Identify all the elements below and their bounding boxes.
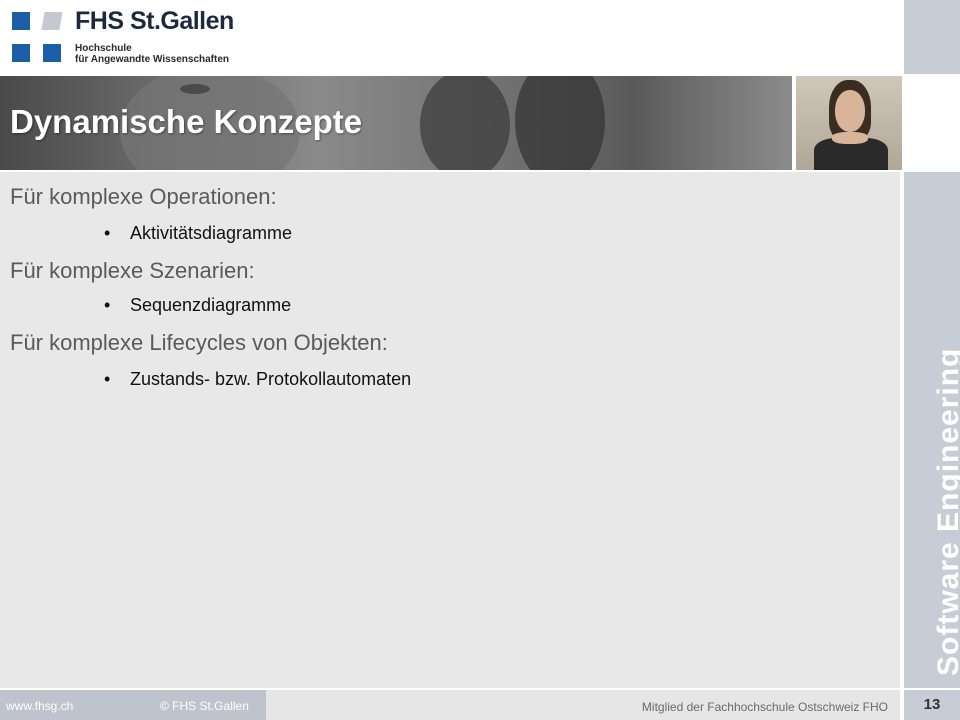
vertical-course-title: Software Engineering (932, 347, 960, 676)
logo-square (41, 12, 63, 30)
bullet-item: • Sequenzdiagramme (104, 295, 291, 316)
slide-footer: www.fhsg.ch © FHS St.Gallen Mitglied der… (0, 690, 900, 720)
banner-photo-face (515, 76, 605, 170)
logo-square (12, 44, 30, 62)
slide-content: Für komplexe Operationen: • Aktivitätsdia… (0, 172, 900, 688)
portrait-photo (796, 76, 902, 170)
bullet-item: • Zustands- bzw. Protokollautomaten (104, 369, 411, 390)
logo-subtitle-line2: für Angewandte Wissenschaften (75, 54, 230, 65)
bullet-text: Aktivitätsdiagramme (130, 223, 293, 243)
footer-website-link[interactable]: www.fhsg.ch (6, 699, 73, 713)
footer-left-block: www.fhsg.ch © FHS St.Gallen (0, 690, 266, 720)
fhs-logo-squares-icon (12, 12, 64, 64)
logo-subtitle-line1: Hochschule (75, 43, 132, 54)
bullet-text: Sequenzdiagramme (130, 295, 292, 315)
section-heading: Für komplexe Operationen: (10, 184, 277, 209)
bullet-item: • Aktivitätsdiagramme (104, 223, 292, 244)
photo-banner: Dynamische Konzepte (0, 76, 792, 170)
footer-copyright: © FHS St.Gallen (160, 699, 249, 713)
logo-subtitle: Hochschule für Angewandte Wissenschaften (75, 43, 229, 65)
right-top-block (904, 0, 960, 74)
bullet-text: Zustands- bzw. Protokollautomaten (130, 369, 412, 389)
logo-title: FHS St.Gallen (75, 7, 234, 35)
section-heading: Für komplexe Lifecycles von Objekten: (10, 330, 388, 355)
footer-membership-text: Mitglied der Fachhochschule Ostschweiz F… (641, 700, 888, 714)
section-heading: Für komplexe Szenarien: (10, 258, 255, 283)
slide-title: Dynamische Konzepte (10, 103, 363, 140)
fhs-logo-header: FHS St.Gallen Hochschule für Angewandte … (0, 0, 900, 74)
bullet-symbol: • (104, 223, 111, 243)
bullet-symbol: • (104, 369, 111, 389)
logo-square (43, 44, 61, 62)
banner-photo-face (420, 76, 510, 170)
bullet-symbol: • (104, 295, 111, 315)
logo-square (12, 12, 30, 30)
banner-photo-eye (180, 84, 210, 94)
page-number: 13 (923, 696, 941, 713)
page-number-box: 13 (904, 690, 960, 720)
